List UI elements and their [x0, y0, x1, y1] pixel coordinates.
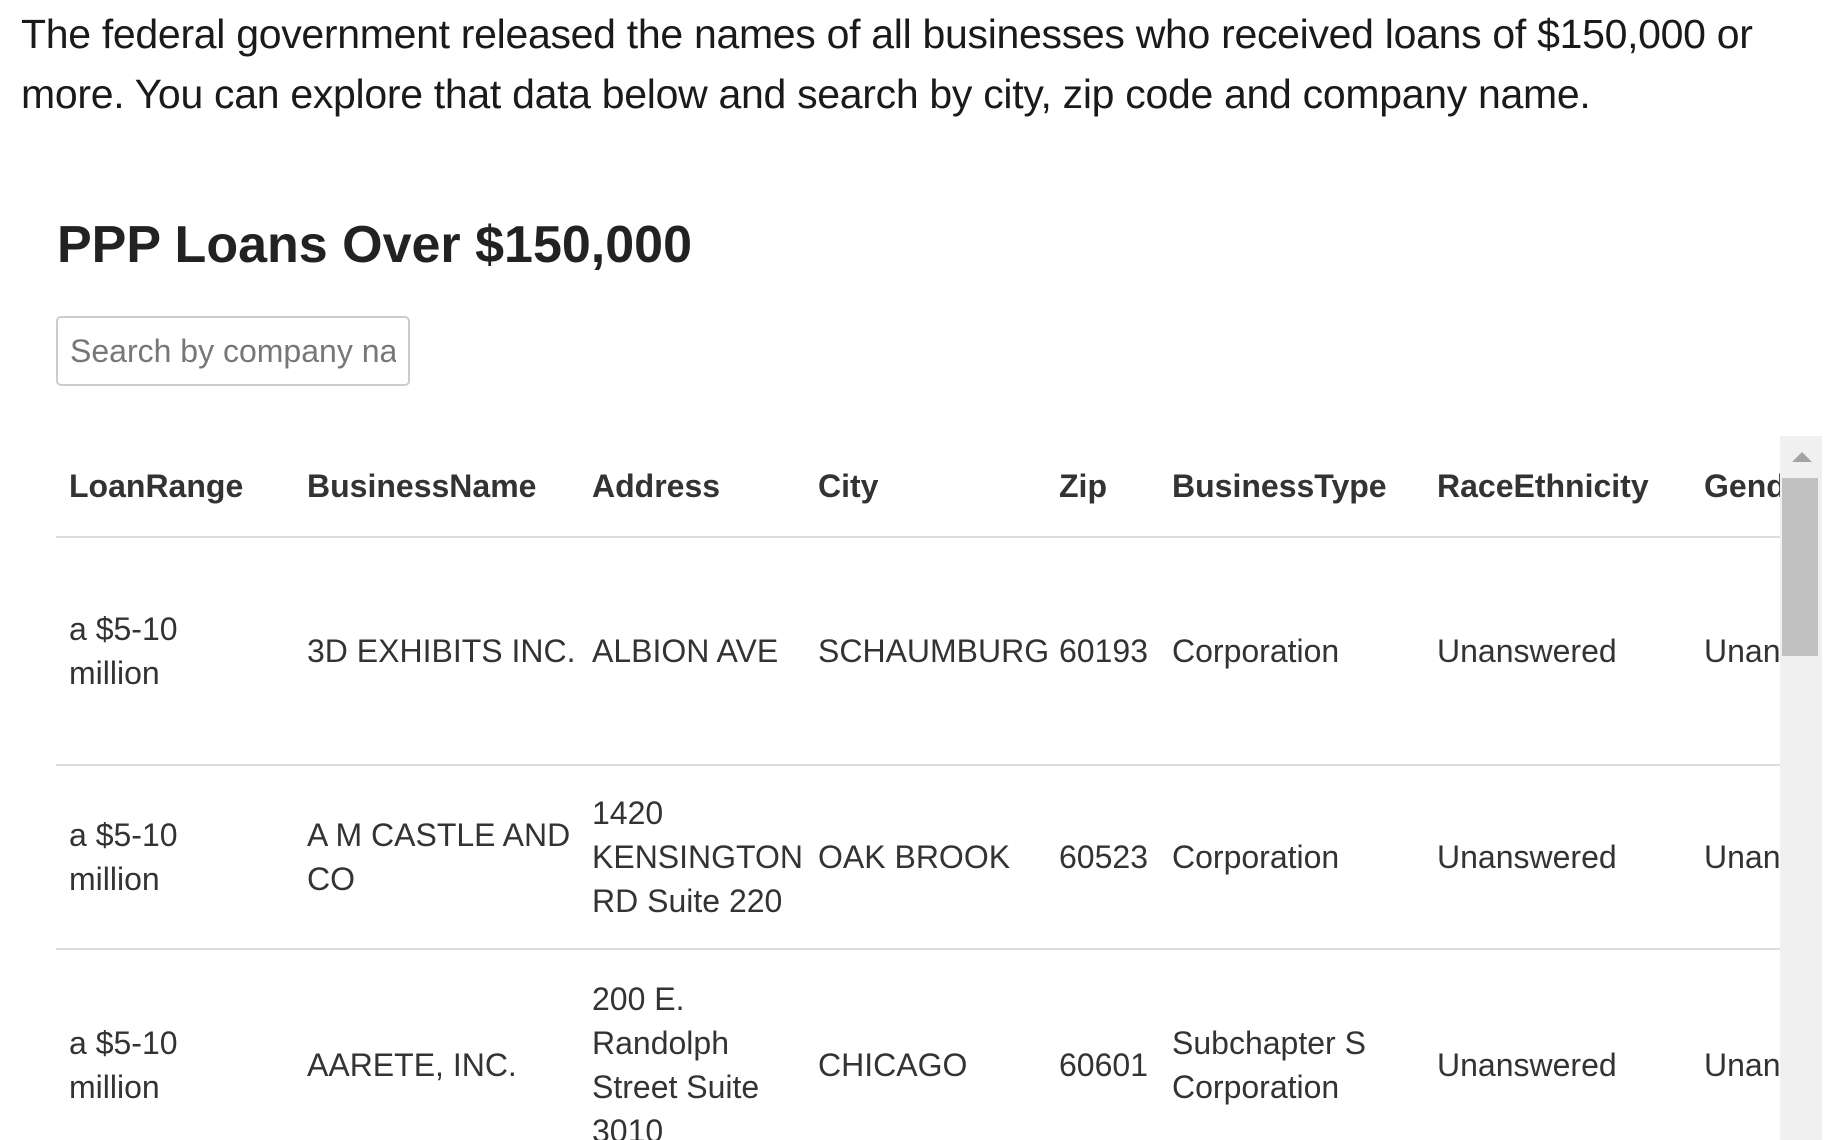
table-row: a $5-10 million AARETE, INC. 200 E. Rand…	[56, 949, 1780, 1140]
header-gender[interactable]: Gender	[1691, 436, 1780, 538]
table-row: a $5-10 million A M CASTLE AND CO 1420 K…	[56, 765, 1780, 950]
scrollbar-thumb[interactable]	[1782, 478, 1818, 656]
cell-raceethnicity: Unanswered	[1424, 765, 1691, 950]
header-city[interactable]: City	[805, 436, 1046, 538]
cell-address: ALBION AVE	[579, 537, 805, 766]
cell-loanrange: a $5-10 million	[56, 765, 294, 950]
scroll-up-arrow-icon[interactable]	[1792, 452, 1812, 462]
header-address[interactable]: Address	[579, 436, 805, 538]
cell-address: 200 E. Randolph Street Suite 3010	[579, 949, 805, 1140]
cell-city: SCHAUMBURG	[805, 537, 1049, 766]
page-title: PPP Loans Over $150,000	[57, 216, 692, 274]
header-zip[interactable]: Zip	[1046, 436, 1159, 538]
cell-gender: Unanswered	[1691, 537, 1780, 766]
cell-raceethnicity: Unanswered	[1424, 949, 1691, 1140]
search-input[interactable]	[56, 316, 410, 386]
header-loanrange[interactable]: LoanRange	[56, 436, 294, 538]
header-raceethnicity[interactable]: RaceEthnicity	[1424, 436, 1691, 538]
cell-address: 1420 KENSINGTON RD Suite 220	[579, 765, 805, 950]
header-businessname[interactable]: BusinessName	[294, 436, 579, 538]
cell-businessname: A M CASTLE AND CO	[294, 765, 579, 950]
cell-businesstype: Subchapter S Corporation	[1159, 949, 1424, 1140]
cell-zip: 60193	[1046, 537, 1159, 766]
cell-businessname: AARETE, INC.	[294, 949, 579, 1140]
cell-businesstype: Corporation	[1159, 765, 1424, 950]
table-header-row: LoanRange BusinessName Address City Zip …	[56, 436, 1780, 538]
cell-zip: 60601	[1046, 949, 1159, 1140]
table-container: LoanRange BusinessName Address City Zip …	[56, 436, 1780, 1140]
table-row: a $5-10 million 3D EXHIBITS INC. ALBION …	[56, 537, 1780, 766]
cell-gender: Unanswered	[1691, 765, 1780, 950]
vertical-scrollbar[interactable]	[1780, 436, 1822, 1140]
cell-loanrange: a $5-10 million	[56, 949, 294, 1140]
cell-businessname: 3D EXHIBITS INC.	[294, 537, 579, 766]
header-businesstype[interactable]: BusinessType	[1159, 436, 1424, 538]
cell-gender: Unanswered	[1691, 949, 1780, 1140]
cell-city: OAK BROOK	[805, 765, 1046, 950]
cell-raceethnicity: Unanswered	[1424, 537, 1691, 766]
cell-loanrange: a $5-10 million	[56, 537, 294, 766]
cell-businesstype: Corporation	[1159, 537, 1424, 766]
cell-city: CHICAGO	[805, 949, 1046, 1140]
cell-zip: 60523	[1046, 765, 1159, 950]
intro-text: The federal government released the name…	[21, 11, 1753, 117]
loans-table: LoanRange BusinessName Address City Zip …	[56, 436, 1780, 1140]
